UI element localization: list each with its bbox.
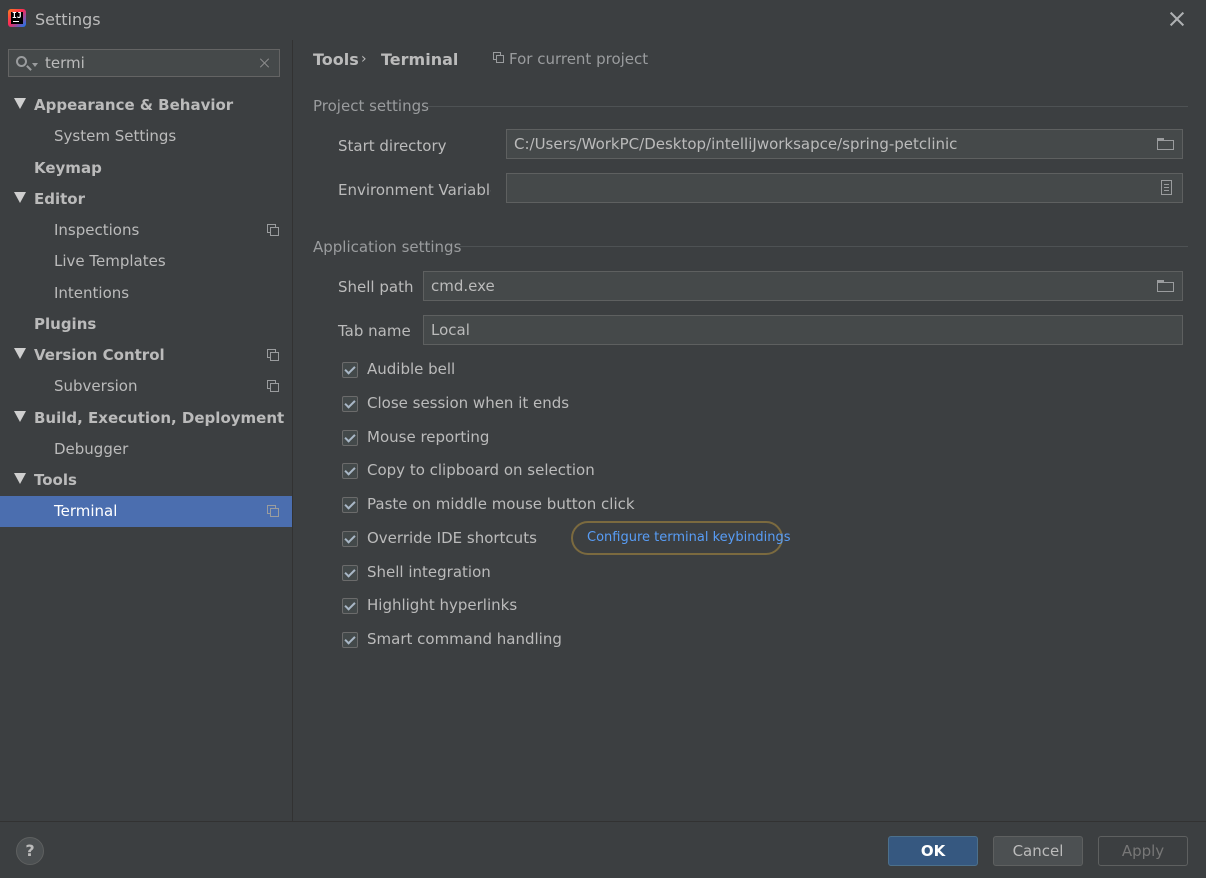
checkbox-label: Shell integration <box>367 563 491 581</box>
checkbox[interactable] <box>342 632 358 648</box>
sidebar-item-inspections[interactable]: Inspections <box>0 215 292 246</box>
intellij-app-icon: IJ <box>8 9 26 27</box>
sidebar-item-live-templates[interactable]: Live Templates <box>0 246 292 277</box>
checkbox-label: Mouse reporting <box>367 428 490 446</box>
checkbox-label: Copy to clipboard on selection <box>367 461 595 479</box>
expand-arrow-icon[interactable] <box>14 473 26 484</box>
settings-sidebar: Appearance & Behavior System Settings Ke… <box>0 40 292 821</box>
tab-name-label: Tab name <box>338 322 411 340</box>
sidebar-item-label: Debugger <box>54 440 129 458</box>
expand-arrow-icon[interactable] <box>14 192 26 203</box>
scope-label: For current project <box>509 50 649 68</box>
sidebar-item-subversion[interactable]: Subversion <box>0 371 292 402</box>
checkbox-label: Close session when it ends <box>367 394 570 412</box>
checkbox-label: Override IDE shortcuts <box>367 529 537 547</box>
checkbox[interactable] <box>342 430 358 446</box>
sidebar-item-system-settings[interactable]: System Settings <box>0 121 292 152</box>
checkbox-label: Smart command handling <box>367 630 562 648</box>
environment-variables-label: Environment Variables <box>338 181 491 199</box>
checkbox-label: Audible bell <box>367 360 456 378</box>
checkbox[interactable] <box>342 497 358 513</box>
search-input[interactable] <box>45 52 245 74</box>
start-directory-input[interactable] <box>514 134 1144 154</box>
expand-arrow-icon[interactable] <box>14 348 26 359</box>
breadcrumb-separator: › <box>361 51 367 67</box>
browse-folder-icon[interactable] <box>1157 280 1174 292</box>
breadcrumb-parent[interactable]: Tools <box>313 50 359 69</box>
expand-arrow-icon[interactable] <box>14 98 26 109</box>
breadcrumb-current: Terminal <box>381 50 459 69</box>
sidebar-item-appearance-behavior[interactable]: Appearance & Behavior <box>0 90 292 121</box>
search-history-caret-icon[interactable] <box>32 63 38 67</box>
environment-variables-input[interactable] <box>514 178 1144 198</box>
sidebar-item-label: Live Templates <box>54 252 166 270</box>
sidebar-item-plugins[interactable]: Plugins <box>0 309 292 340</box>
sidebar-item-label: Version Control <box>34 346 165 364</box>
cancel-button[interactable]: Cancel <box>993 836 1083 866</box>
project-settings-heading: Project settings <box>313 97 429 115</box>
shell-path-input[interactable] <box>431 276 1141 296</box>
clear-search-icon[interactable] <box>259 57 271 69</box>
start-directory-field[interactable] <box>506 129 1183 159</box>
sidebar-item-tools[interactable]: Tools <box>0 465 292 496</box>
edit-document-icon[interactable] <box>1161 180 1172 195</box>
tab-name-input[interactable] <box>431 320 1171 340</box>
window-title: Settings <box>35 10 101 29</box>
project-scope-icon <box>267 349 279 361</box>
expand-arrow-icon[interactable] <box>14 411 26 422</box>
checkbox[interactable] <box>342 463 358 479</box>
checkbox[interactable] <box>342 396 358 412</box>
shell-path-field[interactable] <box>423 271 1183 301</box>
project-scope-icon <box>493 52 504 63</box>
sidebar-item-build-execution-deployment[interactable]: Build, Execution, Deployment <box>0 403 292 434</box>
start-directory-label: Start directory <box>338 137 447 155</box>
search-icon[interactable] <box>16 56 27 67</box>
sidebar-item-label: Keymap <box>34 159 102 177</box>
sidebar-item-editor[interactable]: Editor <box>0 184 292 215</box>
terminal-settings-panel: Tools › Terminal For current project Pro… <box>293 40 1206 821</box>
sidebar-item-intentions[interactable]: Intentions <box>0 278 292 309</box>
dialog-footer: ? OK Cancel Apply <box>0 821 1206 878</box>
apply-button[interactable]: Apply <box>1098 836 1188 866</box>
browse-folder-icon[interactable] <box>1157 138 1174 150</box>
sidebar-item-label: Editor <box>34 190 85 208</box>
application-settings-heading: Application settings <box>313 238 462 256</box>
project-scope-icon <box>267 224 279 236</box>
link-label: Configure terminal keybindings <box>587 530 791 545</box>
section-divider <box>460 246 1188 247</box>
shell-path-label: Shell path <box>338 278 414 296</box>
close-icon[interactable] <box>1166 8 1188 30</box>
checkbox[interactable] <box>342 362 358 378</box>
sidebar-item-label: Intentions <box>54 284 130 302</box>
sidebar-item-label: Plugins <box>34 315 97 333</box>
sidebar-item-label: Tools <box>34 471 77 489</box>
sidebar-item-version-control[interactable]: Version Control <box>0 340 292 371</box>
help-icon[interactable]: ? <box>16 837 44 865</box>
configure-keybindings-link[interactable]: Configure terminal keybindings <box>571 521 791 555</box>
sidebar-item-terminal[interactable]: Terminal <box>0 496 292 527</box>
sidebar-item-label: Appearance & Behavior <box>34 96 234 114</box>
checkbox[interactable] <box>342 598 358 614</box>
ok-button[interactable]: OK <box>888 836 978 866</box>
checkbox[interactable] <box>342 565 358 581</box>
sidebar-item-debugger[interactable]: Debugger <box>0 434 292 465</box>
sidebar-item-label: Subversion <box>54 377 138 395</box>
sidebar-item-label: Inspections <box>54 221 140 239</box>
sidebar-item-keymap[interactable]: Keymap <box>0 153 292 184</box>
section-divider <box>426 106 1188 107</box>
checkbox-label: Paste on middle mouse button click <box>367 495 635 513</box>
sidebar-item-label: Build, Execution, Deployment <box>34 409 285 427</box>
sidebar-item-label: Terminal <box>54 502 118 520</box>
tab-name-field[interactable] <box>423 315 1183 345</box>
settings-search-box[interactable] <box>8 49 280 77</box>
checkbox[interactable] <box>342 531 358 547</box>
environment-variables-field[interactable] <box>506 173 1183 203</box>
project-scope-icon <box>267 380 279 392</box>
sidebar-item-label: System Settings <box>54 127 177 145</box>
title-bar: IJ Settings <box>0 0 1206 40</box>
checkbox-label: Highlight hyperlinks <box>367 596 518 614</box>
project-scope-icon <box>267 505 279 517</box>
